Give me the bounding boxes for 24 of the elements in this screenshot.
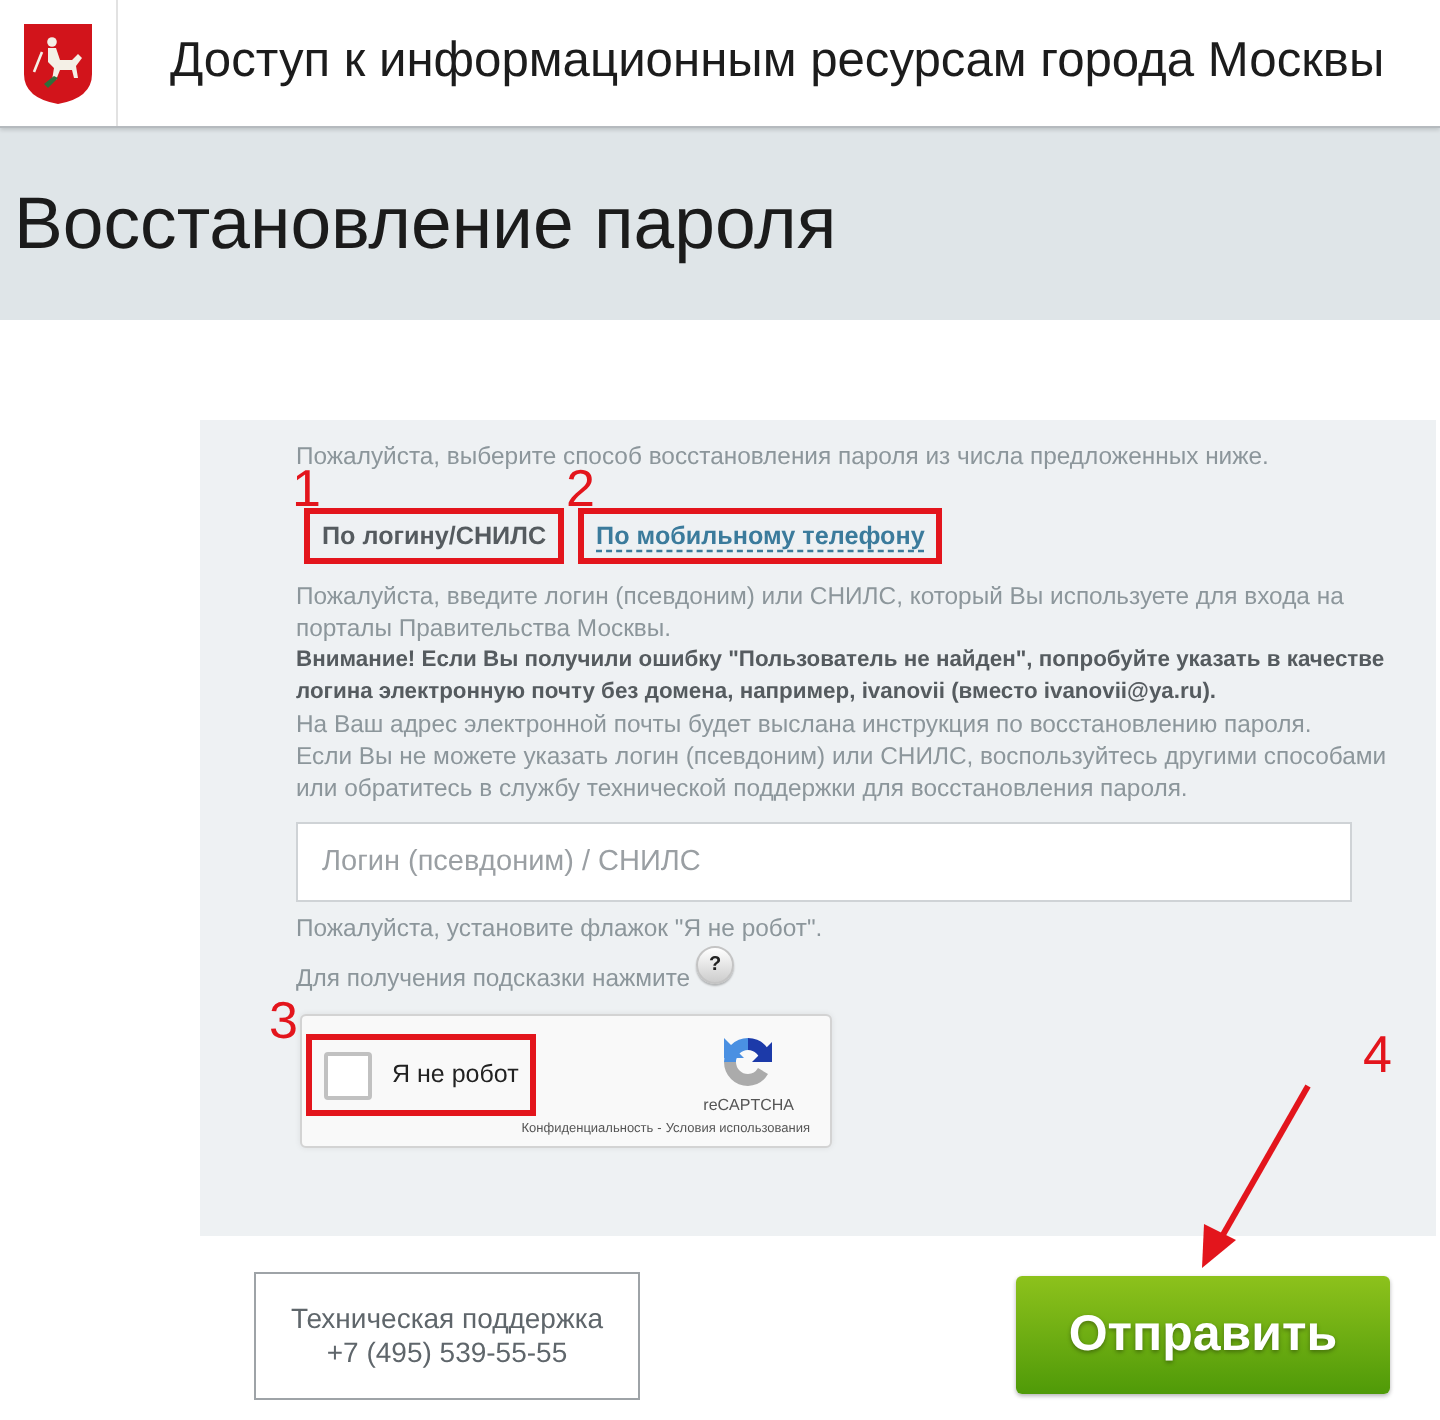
tab[interactable]: По мобильному телефону	[578, 508, 943, 564]
callout-number: 2	[566, 468, 596, 508]
help-hint-text: Для получения подсказки нажмите	[296, 962, 691, 994]
captcha-brand-text: reCAPTCHA	[703, 1096, 794, 1116]
page-title: Восстановление пароля	[12, 179, 837, 268]
checkbox[interactable]	[324, 1051, 372, 1099]
callout-number: 1	[292, 468, 321, 508]
support-title: Техническая поддержка	[290, 1302, 604, 1336]
support-phone: +7 (495) 539-55-55	[326, 1336, 568, 1370]
captcha-hint-text: Пожалуйста, установите флажок "Я не робот".	[296, 912, 823, 944]
instruction-text: Если Вы не можете указать логин (псевдоним) или СНИЛС, воспользуйтесь другими способами или обратитесь в службу технической поддержки для восстановления пароля.	[296, 740, 1389, 804]
callout-number: 3	[269, 998, 298, 1042]
site-title: Доступ к информационным ресурсам города Москвы	[170, 32, 1385, 93]
shield-emblem-icon	[24, 23, 92, 103]
intro-text: Пожалуйста, выберите способ восстановления пароля из числа предложенных ниже.	[296, 440, 1269, 470]
tab[interactable]: По логину/СНИЛС	[304, 508, 565, 564]
instruction-text: На Ваш адрес электронной почты будет выслана инструкция по восстановлению пароля.	[296, 708, 1314, 740]
circular-arrows-icon	[720, 1034, 777, 1090]
callout-number: 4	[1363, 1032, 1392, 1076]
warning-text: Внимание! Если Вы получили ошибку "Пользователь не найден", попробуйте указать в качестве логина электронную почту без домена, например, ivanovii (вместо ivanovii@ya.ru).	[296, 646, 1387, 708]
login-input-field[interactable]: Логин (псевдоним) / СНИЛС	[296, 822, 1352, 902]
help-button[interactable]: ?	[696, 946, 735, 984]
instruction-text: Пожалуйста, введите логин (псевдоним) или СНИЛС, который Вы используете для входа на порталы Правительства Москвы.	[296, 580, 1346, 644]
checkbox-label: Я не робот	[392, 1058, 519, 1093]
